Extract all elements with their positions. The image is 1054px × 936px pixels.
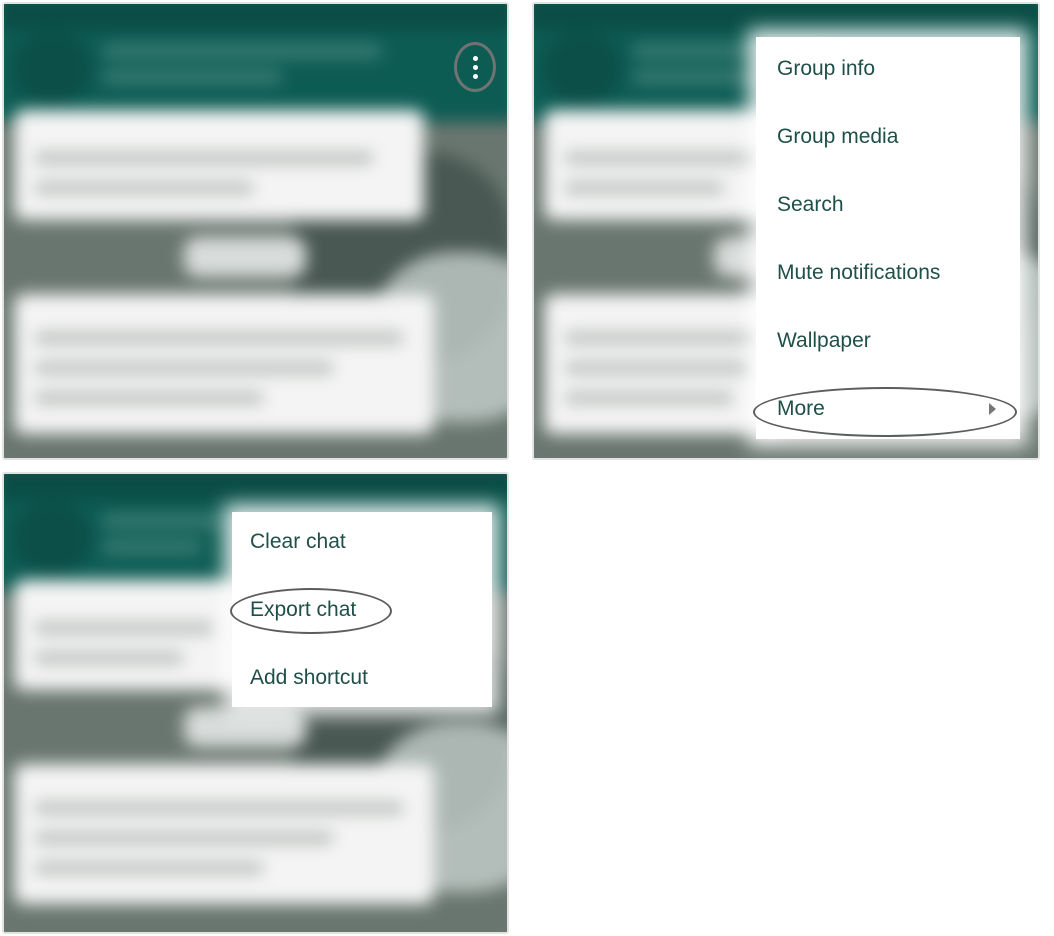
- menu-item-wallpaper[interactable]: Wallpaper: [777, 329, 871, 353]
- menu-item-group-info[interactable]: Group info: [777, 57, 875, 81]
- menu-item-add-shortcut[interactable]: Add shortcut: [250, 666, 368, 690]
- menu-item-clear-chat[interactable]: Clear chat: [250, 530, 346, 554]
- highlight-oval-more: [753, 387, 1017, 437]
- vertical-dots-icon[interactable]: [454, 42, 496, 92]
- menu-item-group-media[interactable]: Group media: [777, 125, 898, 149]
- menu-item-mute-notifications[interactable]: Mute notifications: [777, 261, 940, 285]
- step-3-panel: Clear chat Export chat Add shortcut: [2, 472, 509, 934]
- menu-item-search[interactable]: Search: [777, 193, 844, 217]
- step-2-panel: Group info Group media Search Mute notif…: [532, 2, 1040, 460]
- blurred-chat-background: [4, 4, 507, 458]
- step-1-panel: [2, 2, 509, 460]
- highlight-oval-export-chat: [230, 588, 392, 634]
- overflow-menu: Group info Group media Search Mute notif…: [756, 37, 1020, 439]
